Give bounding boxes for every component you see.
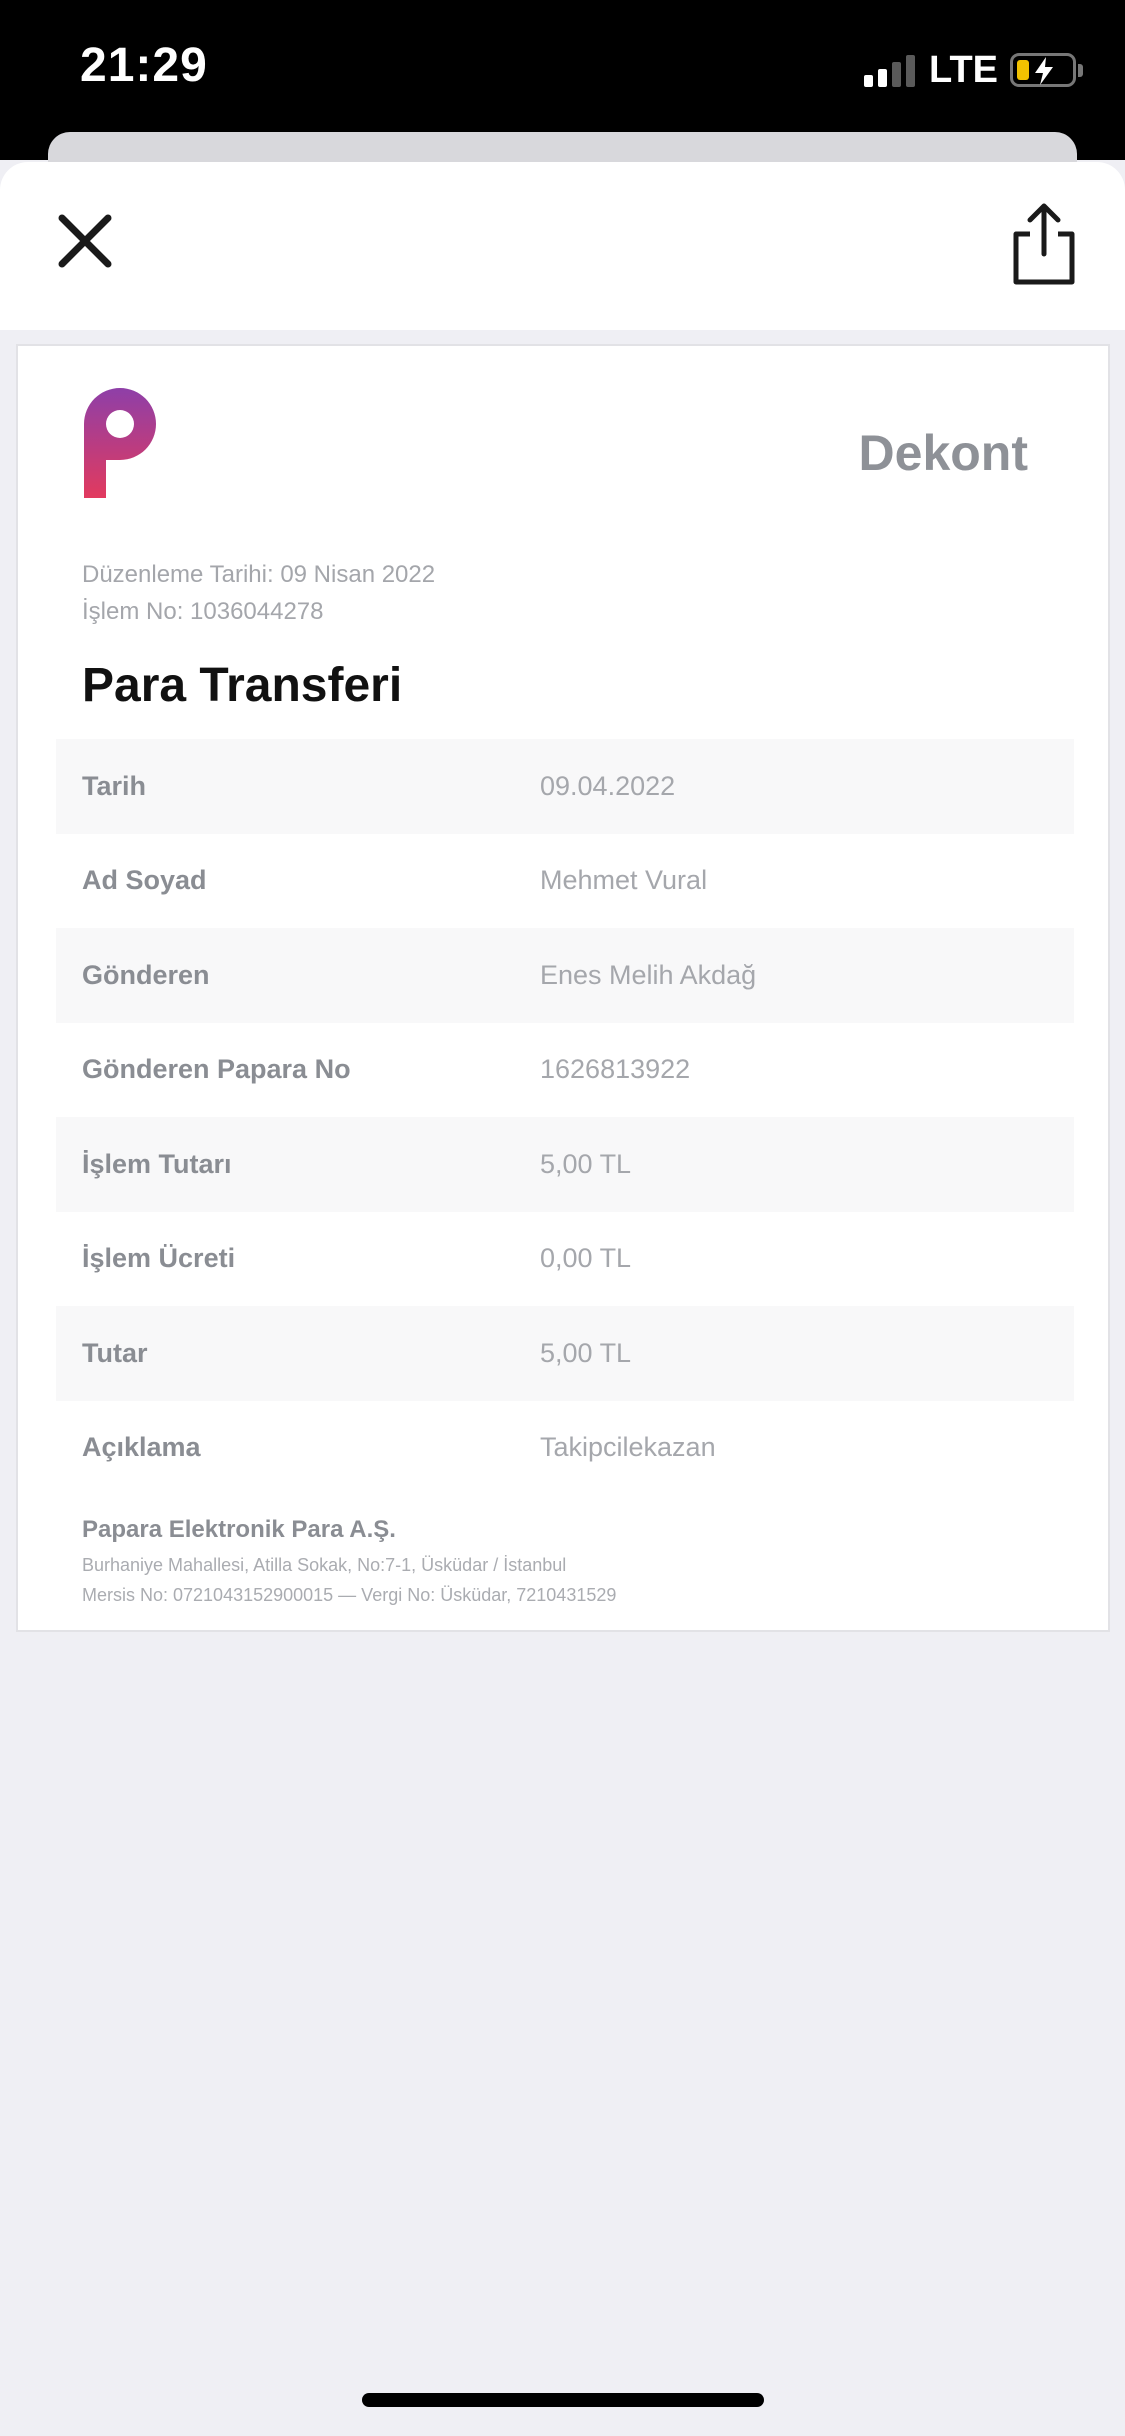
close-button[interactable] bbox=[52, 208, 118, 274]
row-value: 0,00 TL bbox=[540, 1243, 632, 1274]
share-button[interactable] bbox=[1004, 202, 1084, 288]
row-label: İşlem Tutarı bbox=[82, 1148, 232, 1179]
company-address: Burhaniye Mahallesi, Atilla Sokak, No:7-… bbox=[82, 1555, 567, 1575]
receipt-card: Dekont Düzenleme Tarihi: 09 Nisan 2022 İ… bbox=[16, 344, 1110, 1632]
row-label: Ad Soyad bbox=[82, 865, 207, 896]
receipt-footer: Papara Elektronik Para A.Ş. Burhaniye Ma… bbox=[82, 1516, 616, 1610]
table-row: İşlem Tutarı 5,00 TL bbox=[56, 1117, 1074, 1212]
battery-icon bbox=[1010, 53, 1076, 87]
battery-tip bbox=[1078, 63, 1083, 77]
receipt-heading: Dekont bbox=[858, 425, 1028, 481]
row-label: Açıklama bbox=[82, 1432, 201, 1463]
table-row: Tarih 09.04.2022 bbox=[56, 739, 1074, 834]
transaction-number: İşlem No: 1036044278 bbox=[82, 598, 324, 625]
row-value: 09.04.2022 bbox=[540, 770, 676, 801]
status-time: 21:29 bbox=[80, 39, 208, 92]
company-name: Papara Elektronik Para A.Ş. bbox=[82, 1516, 396, 1543]
share-icon bbox=[1013, 203, 1075, 285]
receipt-meta: Düzenleme Tarihi: 09 Nisan 2022 İşlem No… bbox=[82, 556, 435, 630]
table-row: Gönderen Enes Melih Akdağ bbox=[56, 928, 1074, 1023]
home-indicator[interactable] bbox=[362, 2393, 764, 2407]
table-row: İşlem Ücreti 0,00 TL bbox=[56, 1212, 1074, 1307]
row-value: 5,00 TL bbox=[540, 1148, 632, 1179]
row-value: Takipcilekazan bbox=[540, 1432, 716, 1463]
signal-icon bbox=[864, 53, 916, 87]
row-label: İşlem Ücreti bbox=[82, 1243, 236, 1274]
row-value: Enes Melih Akdağ bbox=[540, 959, 757, 990]
close-icon bbox=[58, 214, 112, 268]
row-value: 1626813922 bbox=[540, 1054, 691, 1085]
status-indicators: LTE bbox=[864, 48, 1083, 92]
issue-date: Düzenleme Tarihi: 09 Nisan 2022 bbox=[82, 561, 436, 588]
row-value: 5,00 TL bbox=[540, 1337, 632, 1368]
papara-logo bbox=[84, 388, 156, 498]
table-row: Açıklama Takipcilekazan bbox=[56, 1401, 1074, 1496]
company-registry: Mersis No: 0721043152900015 — Vergi No: … bbox=[82, 1585, 617, 1605]
row-label: Tutar bbox=[82, 1337, 148, 1368]
transaction-title: Para Transferi bbox=[82, 659, 403, 712]
row-value: Mehmet Vural bbox=[540, 865, 708, 896]
row-label: Gönderen bbox=[82, 959, 210, 990]
network-type: LTE bbox=[929, 48, 998, 91]
detail-table: Tarih 09.04.2022 Ad Soyad Mehmet Vural G… bbox=[56, 739, 1074, 1495]
modal-header bbox=[0, 162, 1125, 330]
row-label: Gönderen Papara No bbox=[82, 1054, 351, 1085]
table-row: Ad Soyad Mehmet Vural bbox=[56, 834, 1074, 929]
table-row: Gönderen Papara No 1626813922 bbox=[56, 1023, 1074, 1118]
row-label: Tarih bbox=[82, 770, 147, 801]
table-row: Tutar 5,00 TL bbox=[56, 1306, 1074, 1401]
